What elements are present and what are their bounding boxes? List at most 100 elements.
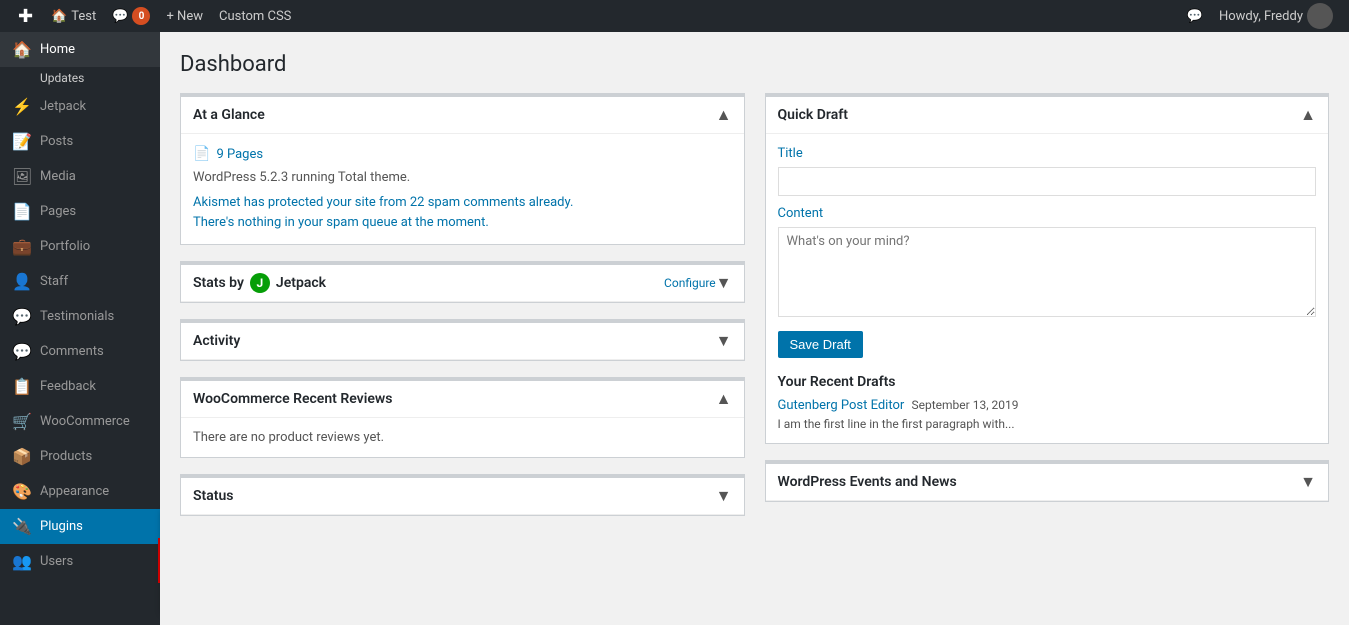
comment-icon: 💬 — [112, 9, 128, 24]
at-a-glance-toggle[interactable]: ▲ — [716, 105, 732, 125]
sidebar-item-media[interactable]: 🖼 Media — [0, 159, 160, 194]
left-column: At a Glance ▲ 📄 9 Pages WordPress 5.2.3 … — [180, 93, 745, 516]
save-draft-button[interactable]: Save Draft — [778, 331, 863, 358]
activity-header[interactable]: Activity ▼ — [181, 323, 744, 360]
howdy-link[interactable]: Howdy, Freddy — [1211, 0, 1341, 32]
at-a-glance-header[interactable]: At a Glance ▲ — [181, 97, 744, 134]
wp-info-text: WordPress 5.2.3 running Total theme. — [193, 170, 732, 185]
custom-css-link[interactable]: Custom CSS — [211, 0, 299, 32]
quick-draft-header[interactable]: Quick Draft ▲ — [766, 97, 1329, 134]
partial-widget-title: Status — [193, 488, 233, 504]
stats-title: Stats by — [193, 275, 244, 291]
pages-count-item: 📄 9 Pages — [193, 146, 732, 162]
draft-excerpt: I am the first line in the first paragra… — [778, 417, 1317, 431]
home-icon: 🏠 — [51, 9, 67, 24]
media-icon: 🖼 — [12, 167, 32, 186]
at-a-glance-title: At a Glance — [193, 107, 265, 123]
draft-date: September 13, 2019 — [912, 398, 1019, 412]
pages-icon: 📄 — [12, 202, 32, 221]
wp-logo[interactable]: ✚ — [8, 0, 43, 32]
staff-icon: 👤 — [12, 272, 32, 291]
new-content-link[interactable]: + New — [158, 0, 211, 32]
woo-reviews-title: WooCommerce Recent Reviews — [193, 391, 392, 407]
main-content: Dashboard At a Glance ▲ 📄 9 Pages — [160, 32, 1349, 625]
content-label: Content — [778, 206, 1317, 221]
quick-draft-toggle[interactable]: ▲ — [1300, 105, 1316, 125]
page-icon: 📄 — [193, 146, 210, 162]
akismet-info: Akismet has protected your site from 22 … — [193, 193, 732, 232]
sidebar-item-woocommerce[interactable]: 🛒 WooCommerce — [0, 404, 160, 439]
at-a-glance-body: 📄 9 Pages WordPress 5.2.3 running Total … — [181, 134, 744, 244]
akismet-line2: There's nothing in your spam queue at th… — [193, 213, 732, 233]
wp-events-toggle[interactable]: ▼ — [1300, 472, 1316, 492]
at-a-glance-widget: At a Glance ▲ 📄 9 Pages WordPress 5.2.3 … — [180, 93, 745, 245]
activity-widget: Activity ▼ — [180, 319, 745, 361]
content-textarea[interactable] — [778, 227, 1317, 317]
configure-link[interactable]: Configure — [664, 276, 716, 290]
sidebar-item-staff[interactable]: 👤 Staff — [0, 264, 160, 299]
sidebar-item-portfolio[interactable]: 💼 Portfolio — [0, 229, 160, 264]
draft-link[interactable]: Gutenberg Post Editor — [778, 398, 905, 413]
draft-item: Gutenberg Post Editor September 13, 2019… — [778, 398, 1317, 431]
home-icon: 🏠 — [12, 40, 32, 59]
sidebar-item-users[interactable]: 👥 Users — [0, 544, 160, 579]
wp-events-header[interactable]: WordPress Events and News ▼ — [766, 464, 1329, 501]
jetpack-label: Jetpack — [276, 275, 326, 291]
woo-reviews-widget: WooCommerce Recent Reviews ▲ There are n… — [180, 377, 745, 458]
plugins-icon: 🔌 — [12, 517, 32, 536]
quick-draft-title: Quick Draft — [778, 107, 848, 123]
sidebar-item-pages[interactable]: 📄 Pages — [0, 194, 160, 229]
sidebar-item-updates[interactable]: Updates — [0, 67, 160, 89]
portfolio-icon: 💼 — [12, 237, 32, 256]
jetpack-icon: ⚡ — [12, 97, 32, 116]
comments-icon: 💬 — [12, 342, 32, 361]
activity-title: Activity — [193, 333, 240, 349]
woo-reviews-header[interactable]: WooCommerce Recent Reviews ▲ — [181, 381, 744, 418]
appearance-icon: 🎨 — [12, 482, 32, 501]
no-reviews-text: There are no product reviews yet. — [193, 430, 732, 445]
posts-icon: 📝 — [12, 132, 32, 151]
stats-widget: Stats by J Jetpack Configure ▼ — [180, 261, 745, 303]
sidebar-item-testimonials[interactable]: 💬 Testimonials — [0, 299, 160, 334]
title-input[interactable] — [778, 167, 1317, 196]
quick-draft-widget: Quick Draft ▲ Title Content Save Draft Y… — [765, 93, 1330, 444]
woocommerce-icon: 🛒 — [12, 412, 32, 431]
jetpack-icon: J — [250, 273, 270, 293]
page-title: Dashboard — [180, 52, 1329, 77]
site-name-link[interactable]: 🏠 Test — [43, 0, 104, 32]
testimonials-icon: 💬 — [12, 307, 32, 326]
feedback-icon: 📋 — [12, 377, 32, 396]
sidebar-item-posts[interactable]: 📝 Posts — [0, 124, 160, 159]
comments-link[interactable]: 💬 0 — [104, 0, 158, 32]
partial-widget: Status ▼ — [180, 474, 745, 516]
admin-menu: 🏠 Home Updates ⚡ Jetpack 📝 Posts 🖼 Media… — [0, 32, 160, 625]
woo-reviews-toggle[interactable]: ▲ — [716, 389, 732, 409]
wp-events-widget: WordPress Events and News ▼ — [765, 460, 1330, 502]
recent-drafts-title: Your Recent Drafts — [778, 374, 1317, 390]
comment-count: 0 — [132, 7, 150, 25]
right-column: Quick Draft ▲ Title Content Save Draft Y… — [765, 93, 1330, 516]
activity-toggle[interactable]: ▼ — [716, 331, 732, 351]
admin-bar: ✚ 🏠 Test 💬 0 + New Custom CSS 💬 Howdy, F… — [0, 0, 1349, 32]
recent-drafts-section: Your Recent Drafts Gutenberg Post Editor… — [778, 374, 1317, 431]
sidebar-item-appearance[interactable]: 🎨 Appearance — [0, 474, 160, 509]
partial-toggle[interactable]: ▼ — [716, 486, 732, 506]
stats-header[interactable]: Stats by J Jetpack Configure ▼ — [181, 265, 744, 302]
sidebar-item-plugins[interactable]: 🔌 Plugins — [0, 509, 160, 544]
sidebar-item-feedback[interactable]: 📋 Feedback — [0, 369, 160, 404]
message-icon: 💬 — [1187, 9, 1203, 24]
chat-icon-link[interactable]: 💬 — [1179, 0, 1211, 32]
sidebar-item-home[interactable]: 🏠 Home — [0, 32, 160, 67]
sidebar-item-jetpack[interactable]: ⚡ Jetpack — [0, 89, 160, 124]
sidebar-item-products[interactable]: 📦 Products — [0, 439, 160, 474]
stats-toggle[interactable]: ▼ — [716, 273, 732, 293]
plugins-menu-wrapper: 🔌 Plugins Installed Plugins Add New ◀ Pl… — [0, 509, 160, 544]
products-icon: 📦 — [12, 447, 32, 466]
pages-count-link[interactable]: 9 Pages — [216, 147, 263, 162]
wp-events-title: WordPress Events and News — [778, 474, 957, 490]
sidebar-item-comments[interactable]: 💬 Comments — [0, 334, 160, 369]
avatar — [1307, 3, 1333, 29]
woo-reviews-body: There are no product reviews yet. — [181, 418, 744, 457]
users-icon: 👥 — [12, 552, 32, 571]
partial-widget-header[interactable]: Status ▼ — [181, 478, 744, 515]
